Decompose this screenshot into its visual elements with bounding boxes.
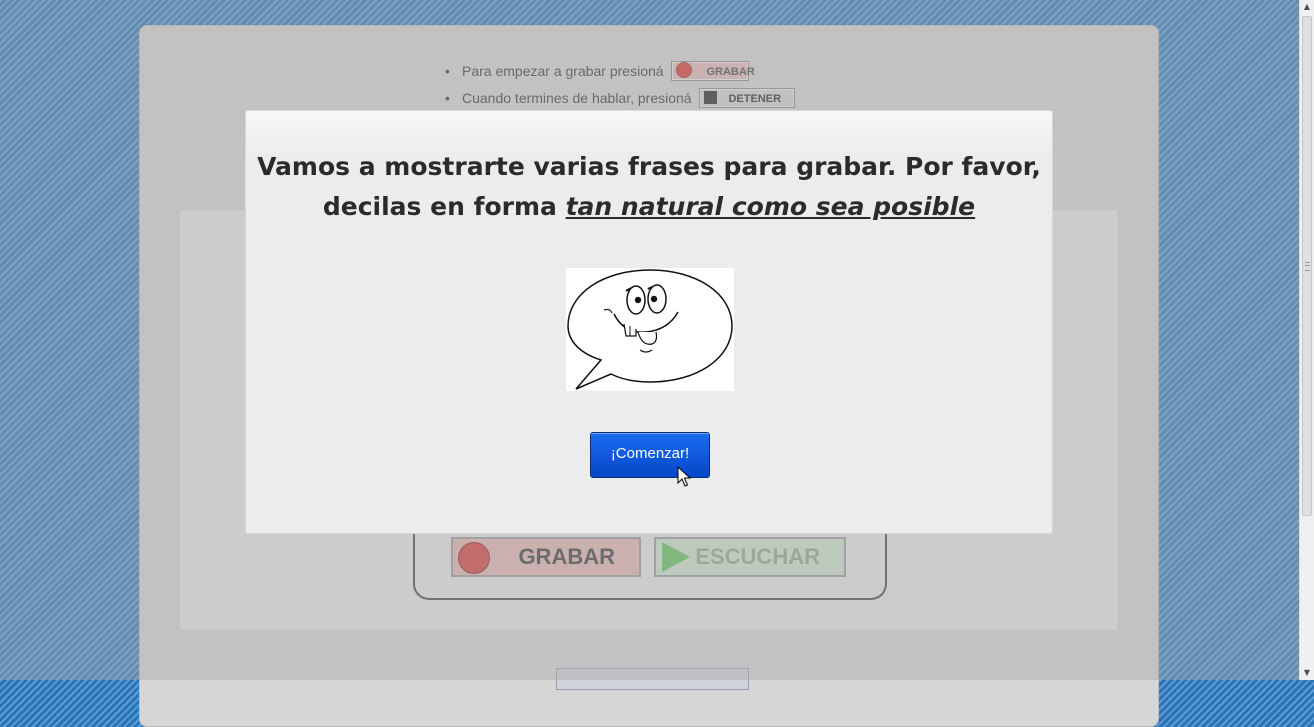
vertical-scrollbar[interactable]: ▲ ▼ [1299,0,1314,680]
comenzar-button[interactable]: ¡Comenzar! [590,432,710,478]
modal-line-2-prefix: decilas en forma [322,192,566,221]
mouse-cursor-icon [677,466,691,487]
modal-line-2: decilas en forma tan natural como sea po… [246,187,1052,227]
modal-emphasis: tan natural como sea posible [565,192,976,221]
speech-bubble-face-image [566,268,734,391]
speech-bubble-face-icon [567,269,733,390]
scroll-down-arrow-icon[interactable]: ▼ [1300,666,1314,680]
intro-modal: Vamos a mostrarte varias frases para gra… [245,110,1053,534]
grip-icon [1305,262,1310,271]
modal-message: Vamos a mostrarte varias frases para gra… [246,147,1052,227]
modal-line-1: Vamos a mostrarte varias frases para gra… [257,152,1041,181]
scroll-thumb[interactable] [1302,16,1312,516]
scroll-up-arrow-icon[interactable]: ▲ [1300,0,1314,14]
